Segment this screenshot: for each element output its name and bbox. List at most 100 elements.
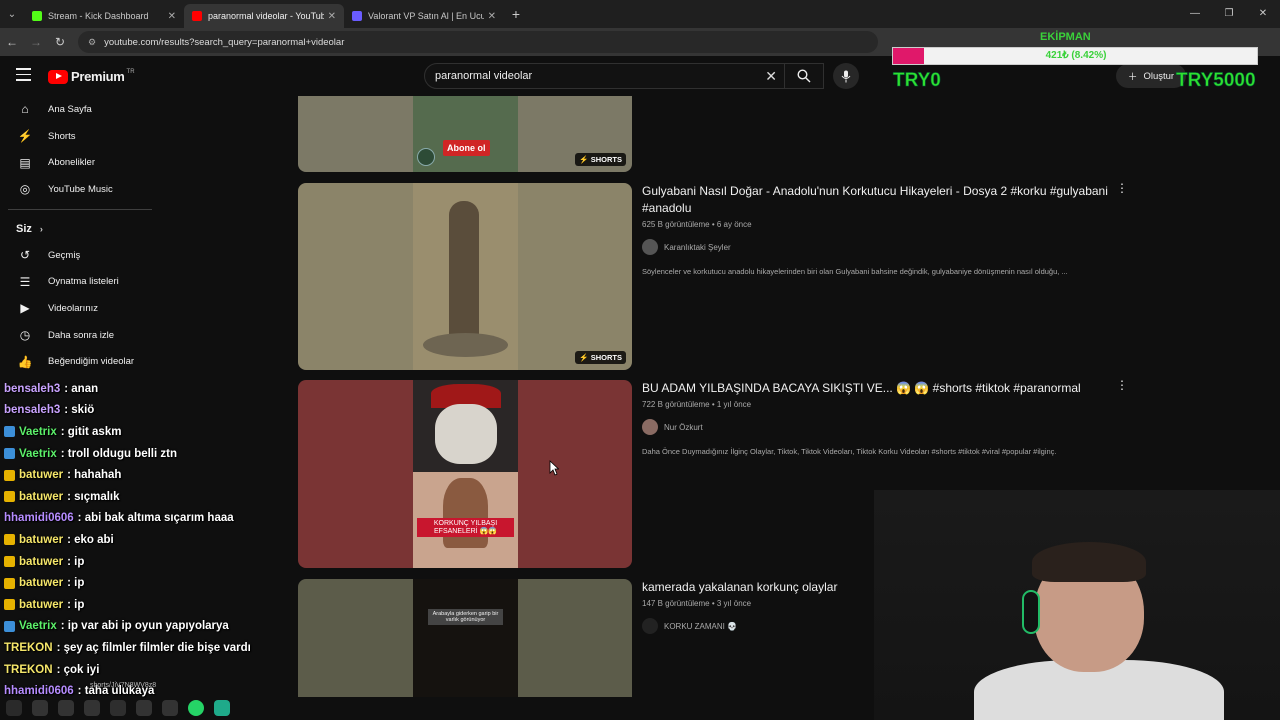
tab-search-icon[interactable]: ⌄ bbox=[0, 0, 24, 28]
chat-text: gitit askm bbox=[67, 425, 122, 438]
chat-text: eko abi bbox=[74, 533, 114, 546]
channel-name[interactable]: Karanlıktaki Şeyler bbox=[664, 243, 731, 252]
tab-title: paranormal videolar - YouTube bbox=[208, 11, 324, 21]
chat-badge-icon bbox=[4, 577, 15, 589]
chat-text: çok iyi bbox=[63, 663, 100, 676]
sidebar-item-history[interactable]: ↺ Geçmiş bbox=[0, 242, 160, 269]
chat-username: batuwer bbox=[19, 577, 64, 590]
sidebar-item-home[interactable]: ⌂ Ana Sayfa bbox=[0, 96, 160, 123]
voice-search-button[interactable] bbox=[833, 63, 859, 89]
thumbnail-image bbox=[413, 183, 518, 370]
microphone-icon bbox=[841, 70, 851, 82]
chat-username: TREKON bbox=[4, 641, 53, 654]
new-tab-icon[interactable]: + bbox=[504, 6, 528, 22]
clear-search-icon[interactable]: ✕ bbox=[765, 68, 777, 85]
taskbar-app-icon[interactable] bbox=[32, 699, 48, 716]
sidebar-you-header[interactable]: Siz › bbox=[0, 216, 160, 242]
shorts-badge: ⚡ SHORTS bbox=[575, 153, 626, 166]
chat-text: hahahah bbox=[74, 469, 122, 482]
sidebar-item-liked[interactable]: 👍 Beğendiğim videolar bbox=[0, 349, 160, 376]
chat-separator: : bbox=[56, 663, 64, 676]
url-field[interactable]: ⚙ youtube.com/results?search_query=paran… bbox=[78, 31, 878, 53]
channel-avatar[interactable] bbox=[642, 618, 658, 634]
taskbar-app-icon[interactable] bbox=[58, 699, 74, 716]
channel-name[interactable]: KORKU ZAMANI 💀 bbox=[664, 622, 737, 631]
channel-avatar[interactable] bbox=[642, 419, 658, 435]
taskbar-app-icon[interactable] bbox=[110, 699, 126, 716]
chat-text: abi bak altıma sıçarım haaa bbox=[84, 512, 234, 525]
result-item[interactable]: Abone ol ⚡ SHORTS bbox=[298, 96, 1128, 174]
stream-chat: bensaleh3: anan bensaleh3: skiö Vaetrix: g… bbox=[4, 378, 284, 702]
chat-badge-icon bbox=[4, 534, 15, 546]
result-thumbnail[interactable]: Arabayla giderken garip bir varlık görün… bbox=[298, 579, 632, 697]
youtube-logo[interactable]: Premium TR bbox=[48, 69, 135, 84]
search-value: paranormal videolar bbox=[435, 70, 533, 82]
result-title[interactable]: Gulyabani Nasıl Doğar - Anadolu'nun Kork… bbox=[642, 183, 1112, 217]
creature-figure bbox=[449, 201, 479, 341]
result-thumbnail[interactable]: Abone ol ⚡ SHORTS bbox=[298, 96, 632, 172]
chat-badge-icon bbox=[4, 620, 15, 632]
woman-hair bbox=[443, 478, 488, 548]
result-thumbnail[interactable]: KORKUNÇ YILBAŞI EFSANELERİ 😱😱 bbox=[298, 380, 632, 568]
result-description: Söylenceler ve korkutucu anadolu hikayel… bbox=[642, 267, 1068, 276]
create-label: Oluştur bbox=[1143, 70, 1175, 82]
close-tab-icon[interactable]: ✕ bbox=[328, 11, 336, 22]
chat-message: TREKON: şey aç filmler filmler die bişe … bbox=[4, 637, 284, 659]
sidebar-item-playlists[interactable]: ☰ Oynatma listeleri bbox=[0, 268, 160, 295]
reload-icon[interactable]: ↻ bbox=[48, 35, 72, 49]
chat-username: Vaetrix bbox=[19, 425, 57, 438]
shorts-badge: ⚡ SHORTS bbox=[575, 351, 626, 364]
search-input[interactable]: paranormal videolar ✕ bbox=[424, 63, 824, 89]
taskbar-app-icon[interactable] bbox=[84, 699, 100, 716]
chevron-right-icon: › bbox=[39, 223, 43, 234]
minimize-icon[interactable]: — bbox=[1178, 0, 1212, 28]
restore-icon[interactable]: ❐ bbox=[1212, 0, 1246, 28]
sidebar-item-subscriptions[interactable]: ▤ Abonelikler bbox=[0, 149, 160, 176]
close-tab-icon[interactable]: ✕ bbox=[168, 11, 176, 22]
url-text: youtube.com/results?search_query=paranor… bbox=[104, 36, 345, 48]
valorant-icon bbox=[352, 11, 362, 21]
close-window-icon[interactable]: ✕ bbox=[1246, 0, 1280, 28]
menu-icon[interactable] bbox=[16, 68, 31, 85]
more-actions-icon[interactable]: ⋮ bbox=[1116, 181, 1128, 195]
forward-icon[interactable]: → bbox=[24, 35, 48, 49]
tab-title: Stream - Kick Dashboard bbox=[48, 11, 149, 21]
search-button[interactable] bbox=[784, 63, 822, 89]
chat-badge-icon bbox=[4, 448, 15, 460]
taskbar-app-icon[interactable] bbox=[162, 699, 178, 716]
result-channel[interactable]: Karanlıktaki Şeyler bbox=[642, 239, 1112, 255]
sidebar-item-label: Abonelikler bbox=[48, 157, 95, 169]
result-item[interactable]: ⚡ SHORTS Gulyabani Nasıl Doğar - Anadolu… bbox=[298, 181, 1128, 370]
taskbar-app-icon[interactable] bbox=[214, 699, 230, 716]
taskbar-app-icon[interactable] bbox=[136, 699, 152, 716]
result-meta: BU ADAM YILBAŞINDA BACAYA SIKIŞTI VE... … bbox=[642, 380, 1112, 456]
channel-name[interactable]: Nur Özkurt bbox=[664, 423, 703, 432]
chat-username: batuwer bbox=[19, 490, 64, 503]
site-info-icon[interactable]: ⚙ bbox=[88, 37, 96, 48]
tab-valorant[interactable]: Valorant VP Satın Al | En Ucuz V ✕ bbox=[344, 4, 504, 28]
chat-message: TREKON: çok iyi bbox=[4, 659, 284, 681]
chat-text: şey aç filmler filmler die bişe vardı bbox=[63, 641, 251, 654]
whatsapp-icon[interactable] bbox=[188, 699, 204, 716]
chat-username: batuwer bbox=[19, 598, 64, 611]
result-thumbnail[interactable]: ⚡ SHORTS bbox=[298, 183, 632, 370]
more-actions-icon[interactable]: ⋮ bbox=[1116, 378, 1128, 392]
close-tab-icon[interactable]: ✕ bbox=[488, 11, 496, 22]
sidebar-item-label: Beğendiğim videolar bbox=[48, 356, 135, 368]
sidebar-item-watch-later[interactable]: ◷ Daha sonra izle bbox=[0, 322, 160, 349]
sidebar-item-label: Daha sonra izle bbox=[48, 329, 115, 341]
taskbar-app-icon[interactable] bbox=[6, 699, 22, 716]
channel-avatar[interactable] bbox=[642, 239, 658, 255]
result-channel[interactable]: Nur Özkurt bbox=[642, 419, 1112, 435]
youtube-icon bbox=[192, 11, 202, 21]
tab-youtube[interactable]: paranormal videolar - YouTube ✕ bbox=[184, 4, 344, 28]
sidebar-item-your-videos[interactable]: ▶ Videolarınız bbox=[0, 295, 160, 322]
result-title[interactable]: BU ADAM YILBAŞINDA BACAYA SIKIŞTI VE... … bbox=[642, 380, 1112, 397]
back-icon[interactable]: ← bbox=[0, 35, 24, 49]
your-videos-icon: ▶ bbox=[20, 301, 30, 316]
sidebar-item-shorts[interactable]: ⚡ Shorts bbox=[0, 123, 160, 150]
tab-kick[interactable]: Stream - Kick Dashboard ✕ bbox=[24, 4, 184, 28]
chat-badge-icon bbox=[4, 491, 15, 503]
mouse-cursor-icon bbox=[549, 460, 559, 476]
sidebar-item-music[interactable]: ◎ YouTube Music bbox=[0, 176, 160, 203]
